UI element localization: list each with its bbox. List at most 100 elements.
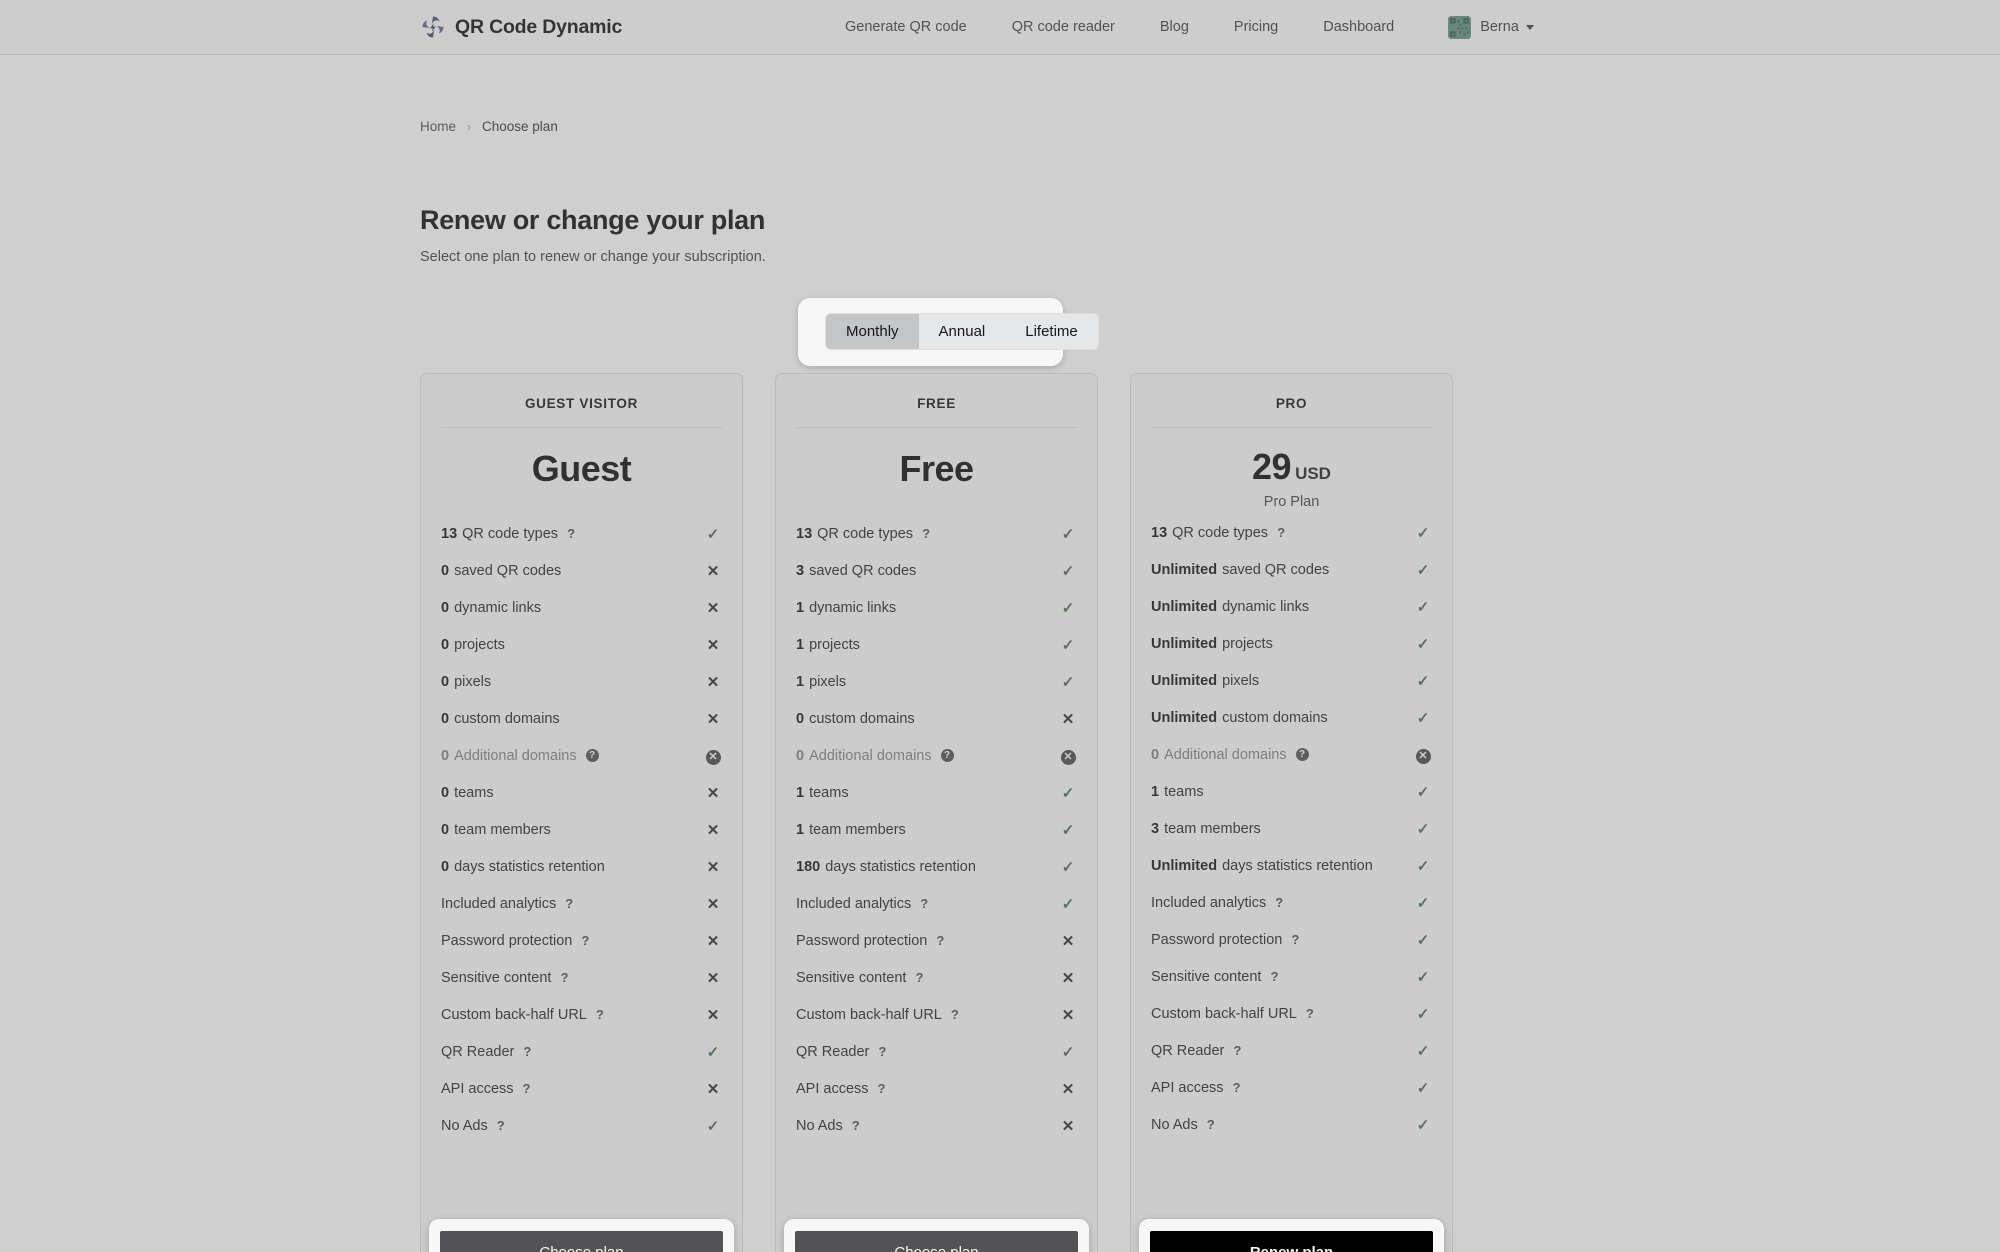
feature-value: 1 — [796, 673, 805, 690]
toggle-annual[interactable]: Annual — [919, 314, 1006, 349]
check-icon: ✓ — [706, 1117, 720, 1135]
help-question-icon[interactable]: ? — [920, 896, 928, 911]
plan-name: Free — [899, 448, 974, 489]
disabled-circle-cross-icon: ✕ — [704, 747, 722, 765]
plan-kicker: FREE — [917, 396, 956, 411]
feature-value: Unlimited — [1151, 635, 1218, 652]
feature-name: projects — [809, 636, 860, 653]
feature-name: teams — [809, 784, 849, 801]
nav-dashboard[interactable]: Dashboard — [1323, 19, 1394, 35]
nav-blog[interactable]: Blog — [1160, 19, 1189, 35]
help-question-icon[interactable]: ? — [523, 1044, 531, 1059]
feature-value: 0 — [796, 710, 805, 727]
plan-price-block: 29 USD Pro Plan — [1131, 428, 1452, 514]
nav-generate-qr-code[interactable]: Generate QR code — [845, 19, 967, 35]
brand-logo[interactable]: QR Code Dynamic — [420, 14, 622, 40]
price-row: 29 USD — [1131, 446, 1452, 488]
help-question-icon[interactable]: ? — [922, 526, 930, 541]
feature-row: Unlimited pixels ✓ — [1151, 662, 1432, 699]
feature-label: 1 pixels — [796, 674, 1059, 690]
feature-name: No Ads — [796, 1117, 843, 1134]
help-question-icon[interactable]: ? — [497, 1118, 505, 1133]
feature-row: Included analytics? ✓ — [1151, 884, 1432, 921]
disabled-circle-cross-icon: ✕ — [1059, 747, 1077, 765]
feature-value: 0 — [441, 747, 450, 764]
help-question-icon[interactable]: ? — [523, 1081, 531, 1096]
feature-list: 13 QR code types? ✓ 0 saved QR codes ✕ 0 dynami… — [421, 515, 742, 1144]
help-question-icon[interactable]: ? — [560, 970, 568, 985]
help-question-icon[interactable]: ? — [1291, 932, 1299, 947]
help-question-icon[interactable]: ? — [852, 1118, 860, 1133]
feature-label: Password protection? — [1151, 932, 1414, 948]
choose-plan-button[interactable]: Choose plan — [795, 1231, 1078, 1252]
help-question-icon[interactable]: ? — [1233, 1043, 1241, 1058]
help-question-icon[interactable]: ? — [878, 1044, 886, 1059]
feature-row: 1 projects ✓ — [796, 626, 1077, 663]
help-question-icon[interactable]: ? — [565, 896, 573, 911]
help-question-icon[interactable]: ? — [1207, 1117, 1215, 1132]
main-nav: Generate QR code QR code reader Blog Pri… — [845, 15, 1534, 39]
help-question-icon[interactable]: ? — [1306, 1006, 1314, 1021]
feature-name: dynamic links — [454, 599, 542, 616]
renew-plan-button[interactable]: Renew plan — [1150, 1231, 1433, 1252]
feature-name: Password protection — [796, 932, 928, 949]
toggle-lifetime[interactable]: Lifetime — [1005, 314, 1098, 349]
price-amount: 29 — [1252, 446, 1292, 487]
feature-name: saved QR codes — [809, 562, 917, 579]
feature-row: 0 custom domains ✕ — [796, 700, 1077, 737]
help-question-icon[interactable]: ? — [936, 933, 944, 948]
feature-value: Unlimited — [1151, 857, 1218, 874]
price-caption: Pro Plan — [1263, 494, 1320, 510]
cross-icon: ✕ — [1061, 710, 1075, 728]
disabled-circle-cross-glyph: ✕ — [1415, 748, 1431, 764]
feature-row: Unlimited dynamic links ✓ — [1151, 588, 1432, 625]
help-question-icon[interactable]: ? — [1270, 969, 1278, 984]
choose-plan-button[interactable]: Choose plan — [440, 1231, 723, 1252]
feature-value: 13 — [1151, 524, 1168, 541]
user-menu[interactable]: Berna — [1448, 15, 1534, 39]
feature-name: team members — [1164, 820, 1261, 837]
help-question-icon[interactable]: ? — [596, 1007, 604, 1022]
feature-label: No Ads? — [1151, 1117, 1414, 1133]
help-circle-icon[interactable]: ? — [940, 749, 954, 762]
feature-row: Password protection? ✕ — [796, 922, 1077, 959]
feature-row: 13 QR code types? ✓ — [441, 515, 722, 552]
nav-qr-code-reader[interactable]: QR code reader — [1012, 19, 1115, 35]
help-question-icon[interactable]: ? — [1233, 1080, 1241, 1095]
feature-value: 1 — [796, 821, 805, 838]
nav-pricing[interactable]: Pricing — [1234, 19, 1278, 35]
plan-name: Guest — [531, 448, 632, 489]
plan-card: GUEST VISITOR Guest 13 QR code types? ✓ 0 save… — [420, 373, 743, 1252]
help-circle-icon[interactable]: ? — [1295, 748, 1309, 761]
help-question-icon[interactable]: ? — [878, 1081, 886, 1096]
feature-value: 1 — [796, 784, 805, 801]
check-icon: ✓ — [1416, 561, 1430, 579]
help-question-icon[interactable]: ? — [915, 970, 923, 985]
cross-icon: ✕ — [706, 673, 720, 691]
breadcrumb-separator-icon: › — [467, 119, 472, 134]
help-circle-icon[interactable]: ? — [585, 749, 599, 762]
feature-row: API access? ✕ — [441, 1070, 722, 1107]
check-icon: ✓ — [1061, 821, 1075, 839]
feature-name: days statistics retention — [1222, 857, 1373, 874]
help-question-icon[interactable]: ? — [951, 1007, 959, 1022]
help-question-icon[interactable]: ? — [567, 526, 575, 541]
help-question-icon[interactable]: ? — [1277, 525, 1285, 540]
help-question-icon[interactable]: ? — [1275, 895, 1283, 910]
feature-label: 0 team members — [441, 822, 704, 838]
feature-name: projects — [1222, 635, 1273, 652]
cross-icon: ✕ — [706, 1006, 720, 1024]
cross-icon: ✕ — [706, 821, 720, 839]
feature-label: 0 days statistics retention — [441, 859, 704, 875]
billing-period-toggle[interactable]: Monthly Annual Lifetime — [825, 313, 1099, 350]
check-icon: ✓ — [1416, 709, 1430, 727]
feature-row: 0 projects ✕ — [441, 626, 722, 663]
help-question-icon[interactable]: ? — [581, 933, 589, 948]
check-icon: ✓ — [1061, 895, 1075, 913]
user-name: Berna — [1480, 19, 1519, 35]
toggle-monthly[interactable]: Monthly — [826, 314, 919, 349]
cross-icon: ✕ — [706, 636, 720, 654]
breadcrumb-home[interactable]: Home — [420, 119, 456, 134]
feature-label: Password protection? — [796, 933, 1059, 949]
feature-row: 0 days statistics retention ✕ — [441, 848, 722, 885]
